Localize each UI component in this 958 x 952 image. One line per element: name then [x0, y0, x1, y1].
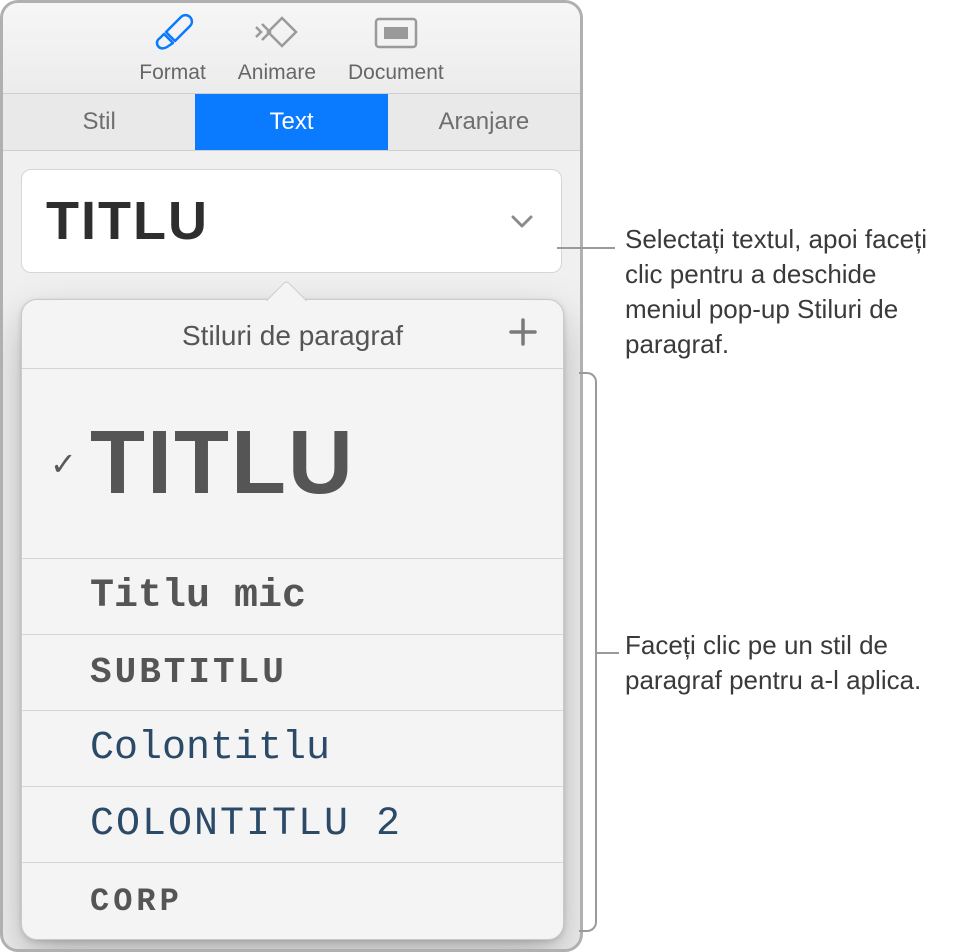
document-toolbar-button[interactable]: Document [348, 13, 444, 85]
popover-header: Stiluri de paragraf [22, 300, 563, 369]
style-label: CORP [90, 883, 543, 920]
callout-text-1: Selectați textul, apoi faceți clic pentr… [625, 222, 945, 362]
callouts-layer: Selectați textul, apoi faceți clic pentr… [583, 0, 958, 952]
paragraph-style-list: ✓ TITLU Titlu mic SUBTITLU Colontitlu CO… [22, 369, 563, 939]
style-label: SUBTITLU [90, 652, 543, 693]
chevron-down-icon [507, 206, 537, 236]
checkmark-icon: ✓ [50, 445, 90, 483]
callout-text-2: Faceți clic pe un stil de paragraf pentr… [625, 628, 925, 698]
tab-arrange[interactable]: Aranjare [388, 94, 580, 150]
format-inspector-panel: Format Animare Document Stil Text Aranja… [0, 0, 583, 952]
callout-line [597, 652, 619, 654]
style-row-titlu[interactable]: ✓ TITLU [22, 369, 563, 559]
style-row-colontitlu-2[interactable]: COLONTITLU 2 [22, 787, 563, 863]
style-label: TITLU [90, 412, 543, 515]
inspector-tabs: Stil Text Aranjare [3, 94, 580, 151]
add-style-button[interactable] [505, 314, 541, 357]
style-row-colontitlu[interactable]: Colontitlu [22, 711, 563, 787]
callout-bracket [579, 372, 597, 932]
style-label: Titlu mic [90, 574, 543, 619]
paragraph-style-selector[interactable]: TITLU [21, 169, 562, 273]
animate-toolbar-button[interactable]: Animare [238, 13, 316, 85]
tab-style[interactable]: Stil [3, 94, 195, 150]
diamond-icon [252, 13, 302, 57]
document-icon [372, 13, 420, 57]
paragraph-styles-popover: Stiluri de paragraf ✓ TITLU Titlu mic SU… [21, 299, 564, 940]
plus-icon [505, 314, 541, 350]
current-style-name: TITLU [46, 190, 209, 252]
style-row-corp[interactable]: CORP [22, 863, 563, 939]
animate-label: Animare [238, 61, 316, 85]
popover-title: Stiluri de paragraf [182, 320, 403, 352]
tab-text[interactable]: Text [195, 94, 387, 150]
document-label: Document [348, 61, 444, 85]
style-row-subtitlu[interactable]: SUBTITLU [22, 635, 563, 711]
toolbar: Format Animare Document [3, 3, 580, 94]
style-row-titlu-mic[interactable]: Titlu mic [22, 559, 563, 635]
paintbrush-icon [151, 13, 195, 57]
format-label: Format [139, 61, 206, 85]
style-label: Colontitlu [90, 726, 543, 771]
format-toolbar-button[interactable]: Format [139, 13, 206, 85]
callout-line [557, 247, 615, 249]
style-label: COLONTITLU 2 [90, 802, 543, 847]
